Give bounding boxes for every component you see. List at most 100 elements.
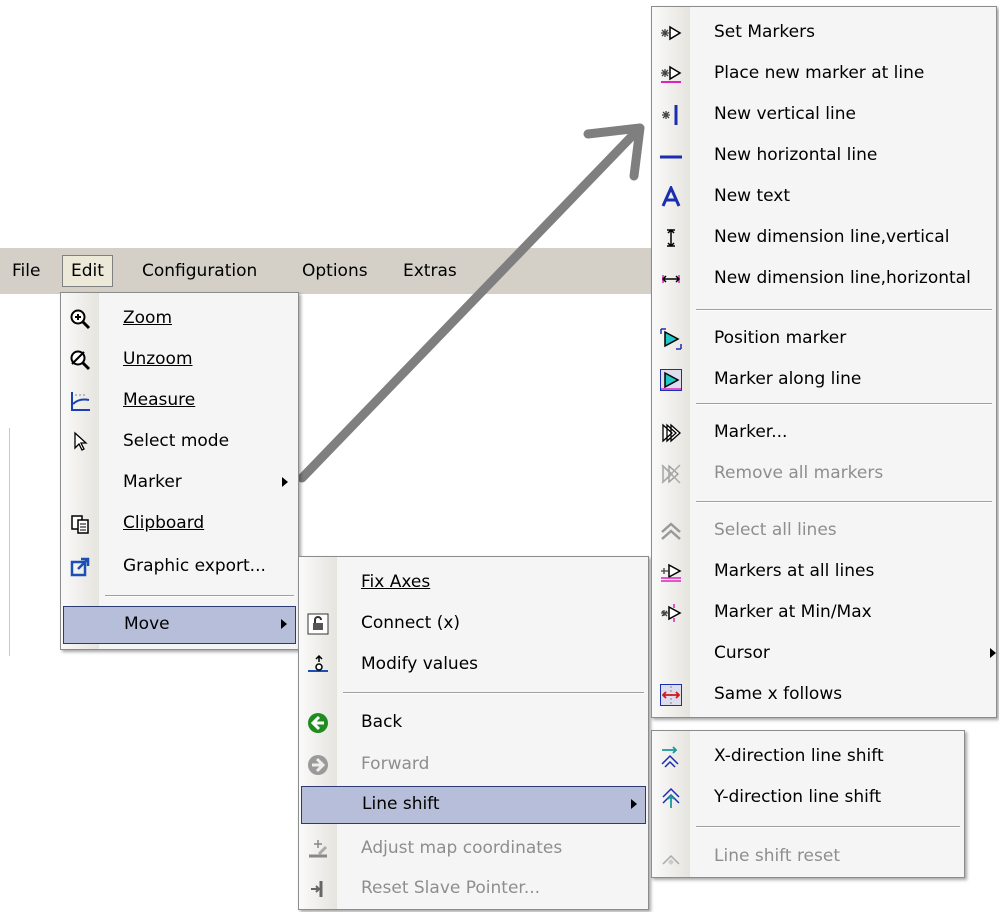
cursor-icon: [74, 431, 88, 451]
menu-item-label: Unzoom: [123, 349, 193, 369]
back-icon: [308, 713, 328, 733]
menu-item-marker-along-line[interactable]: Marker along line: [654, 360, 994, 398]
menu-item-same-x-follows[interactable]: Same x follows: [654, 675, 994, 713]
menu-item-position-marker[interactable]: Position marker: [654, 319, 994, 357]
submenu-arrow-icon: [990, 648, 996, 658]
dimension-horizontal-icon: [661, 275, 681, 283]
same-x-icon: [660, 684, 682, 706]
menu-item-label: Place new marker at line: [714, 63, 925, 83]
menu-item-label: Graphic export...: [123, 556, 266, 576]
remove-markers-icon: [661, 464, 681, 484]
menu-item-label: Remove all markers: [714, 463, 884, 483]
x-shift-icon: [661, 746, 679, 768]
place-marker-icon: [661, 65, 682, 83]
zoom-out-icon: [70, 350, 91, 371]
dimension-vertical-icon: [667, 228, 675, 248]
position-marker-icon: [660, 328, 682, 350]
menu-item-label: Y-direction line shift: [714, 787, 882, 807]
menu-item-label: New vertical line: [714, 104, 856, 124]
menu-item-label: Modify values: [361, 654, 479, 674]
menu-item-y-direction-line-shift[interactable]: Y-direction line shift: [654, 778, 962, 816]
menu-item-new-dimension-horizontal[interactable]: New dimension line,horizontal: [654, 259, 994, 297]
menu-item-label: Marker along line: [714, 369, 862, 389]
menu-item-label: Position marker: [714, 328, 847, 348]
menu-item-label: New dimension line,vertical: [714, 227, 950, 247]
menu-item-label: Marker...: [714, 422, 788, 442]
line-shift-submenu: X-direction line shift Y-direction line …: [651, 730, 965, 878]
menu-separator: [696, 403, 992, 405]
menu-separator: [343, 692, 644, 694]
menu-item-cursor[interactable]: Cursor: [654, 634, 996, 672]
menu-item-label: Cursor: [714, 643, 770, 663]
menu-item-connect[interactable]: Connect (x): [301, 604, 646, 642]
menu-item-line-shift-reset[interactable]: Line shift reset: [654, 837, 962, 875]
menu-item-x-direction-line-shift[interactable]: X-direction line shift: [654, 737, 962, 775]
menu-item-markers-at-all-lines[interactable]: Markers at all lines: [654, 552, 994, 590]
measure-icon: [71, 392, 90, 411]
menu-item-label: New dimension line,horizontal: [714, 268, 971, 288]
menu-item-move[interactable]: Move: [63, 606, 296, 644]
menu-item-label: Fix Axes: [361, 572, 431, 592]
menu-item-label: Marker: [123, 472, 182, 492]
menu-item-select-mode[interactable]: Select mode: [63, 422, 296, 460]
menu-item-new-horizontal-line[interactable]: New horizontal line: [654, 136, 994, 174]
menu-item-label: Same x follows: [714, 684, 843, 704]
menu-item-reset-slave-pointer[interactable]: Reset Slave Pointer...: [301, 869, 646, 907]
menu-item-forward[interactable]: Forward: [301, 745, 646, 783]
menu-item-back[interactable]: Back: [301, 703, 646, 741]
zoom-in-icon: [70, 309, 91, 330]
menu-item-set-markers[interactable]: Set Markers: [654, 13, 994, 51]
menu-item-label: Back: [361, 712, 403, 732]
markers-all-lines-icon: [661, 563, 682, 582]
menu-item-line-shift[interactable]: Line shift: [301, 786, 646, 824]
menu-item-new-dimension-vertical[interactable]: New dimension line,vertical: [654, 218, 994, 256]
menu-item-select-all-lines[interactable]: Select all lines: [654, 511, 994, 549]
set-markers-icon: [661, 25, 682, 41]
menu-item-adjust-map[interactable]: Adjust map coordinates: [301, 829, 646, 867]
menu-item-label: Line shift reset: [714, 846, 840, 866]
menu-item-label: Measure: [123, 390, 196, 410]
menu-item-measure[interactable]: Measure: [63, 381, 296, 419]
menu-item-label: Line shift: [362, 794, 440, 814]
menu-separator: [105, 595, 294, 597]
menu-item-fix-axes[interactable]: Fix Axes: [301, 563, 646, 601]
marker-dialog-icon: [662, 423, 681, 443]
menu-item-modify-values[interactable]: Modify values: [301, 645, 646, 683]
menu-item-marker-at-minmax[interactable]: Marker at Min/Max: [654, 593, 994, 631]
menu-item-marker[interactable]: Marker: [63, 463, 296, 501]
menu-item-label: Reset Slave Pointer...: [361, 878, 541, 898]
menu-item-clipboard[interactable]: Clipboard: [63, 504, 296, 542]
y-shift-icon: [662, 787, 680, 808]
edit-menu: Zoom Unzoom Measure Select mode Marker C…: [60, 292, 299, 650]
export-icon: [70, 557, 90, 577]
horizontal-line-icon: [660, 155, 682, 159]
menu-separator: [696, 309, 992, 311]
marker-minmax-icon: [661, 604, 682, 622]
connect-icon: [307, 613, 329, 635]
menu-separator: [696, 501, 992, 503]
adjust-map-icon: [309, 840, 328, 858]
menu-item-label: X-direction line shift: [714, 746, 884, 766]
submenu-arrow-icon: [281, 619, 287, 629]
submenu-arrow-icon: [282, 477, 288, 487]
menu-item-place-new-marker[interactable]: Place new marker at line: [654, 54, 994, 92]
menu-item-label: Marker at Min/Max: [714, 602, 872, 622]
menu-item-label: Connect (x): [361, 613, 461, 633]
menu-item-remove-all-markers[interactable]: Remove all markers: [654, 454, 994, 492]
menu-item-label: New horizontal line: [714, 145, 878, 165]
menu-item-marker-dialog[interactable]: Marker...: [654, 413, 994, 451]
reset-pointer-icon: [311, 881, 323, 897]
menu-item-new-vertical-line[interactable]: New vertical line: [654, 95, 994, 133]
clipboard-icon: [71, 515, 89, 534]
menu-item-new-text[interactable]: New text: [654, 177, 994, 215]
menu-item-zoom[interactable]: Zoom: [63, 299, 296, 337]
menu-item-unzoom[interactable]: Unzoom: [63, 340, 296, 378]
marker-submenu: Set Markers Place new marker at line New…: [651, 6, 997, 718]
menu-item-label: Forward: [361, 754, 430, 774]
text-icon: [661, 186, 681, 207]
shift-reset-icon: [662, 854, 680, 865]
vertical-line-icon: [662, 105, 678, 125]
menu-item-graphic-export[interactable]: Graphic export...: [63, 547, 296, 585]
menu-item-label: Select mode: [123, 431, 230, 451]
submenu-arrow-icon: [631, 799, 637, 809]
